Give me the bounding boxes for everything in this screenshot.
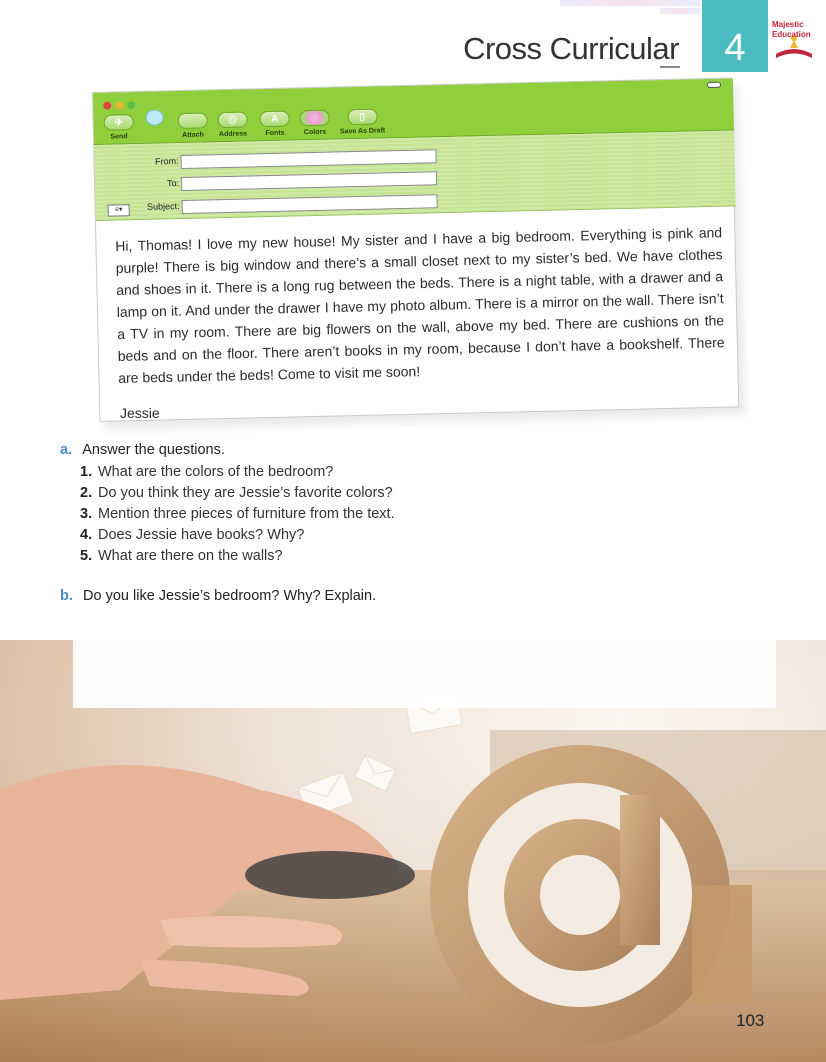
exercise-b-letter: b. — [60, 588, 73, 604]
subject-label: Subject: — [146, 201, 180, 212]
question-item: 3. Mention three pieces of furniture from… — [80, 506, 395, 522]
save-draft-button[interactable]: ▯ Save As Draft — [339, 108, 385, 135]
exercise-a-title: Answer the questions. — [82, 442, 225, 458]
email-signature: Jessie — [120, 405, 160, 421]
colors-button[interactable]: Colors — [299, 109, 330, 137]
question-item: 1. What are the colors of the bedroom? — [80, 464, 334, 480]
question-item: 4. Does Jessie have books? Why? — [80, 527, 305, 543]
send-icon: ✈ — [103, 114, 134, 131]
email-body: Hi, Thomas! I love my new house! My sist… — [115, 224, 725, 386]
answer-area[interactable] — [73, 640, 776, 708]
close-window-icon[interactable] — [103, 101, 112, 110]
from-field[interactable] — [180, 149, 437, 170]
page-number: 103 — [736, 1011, 765, 1030]
chat-button[interactable] — [145, 109, 164, 128]
email-header-fields: From: To: ≡▾ Subject: — [94, 130, 736, 221]
publisher-logo-text: Majestic Education — [772, 20, 811, 39]
color-palette-icon — [299, 109, 330, 127]
address-button[interactable]: @ Address — [217, 111, 248, 138]
fonts-button[interactable]: A Fonts — [259, 110, 290, 138]
unit-number-tab: 4 — [702, 0, 768, 72]
toolbar-toggle-button[interactable] — [706, 81, 722, 89]
exercise-b: b. Do you like Jessie’s bedroom? Why? Ex… — [60, 588, 376, 604]
page-title: Cross Curricular — [463, 31, 679, 66]
at-sign-icon: @ — [217, 111, 248, 129]
save-draft-icon: ▯ — [347, 108, 378, 126]
speech-bubble-icon — [145, 109, 164, 126]
unit-number: 4 — [724, 27, 746, 69]
font-icon: A — [259, 110, 290, 128]
to-field[interactable] — [180, 171, 438, 192]
header-decoration — [660, 8, 700, 14]
subject-field[interactable] — [181, 194, 438, 214]
question-item: 2. Do you think they are Jessie’s favorit… — [80, 485, 393, 501]
send-button[interactable]: ✈ Send — [103, 114, 135, 141]
question-list: 1. What are the colors of the bedroom? 2.… — [60, 462, 395, 567]
header-decoration — [560, 0, 700, 6]
format-menu-button[interactable]: ≡▾ — [107, 204, 130, 217]
from-label: From: — [154, 156, 179, 167]
title-divider — [660, 66, 680, 68]
question-item: 5. What are there on the walls? — [80, 548, 283, 564]
exercise-a: a. Answer the questions. 1. What are the … — [60, 442, 395, 567]
paperclip-icon — [177, 112, 208, 130]
exercise-b-title: Do you like Jessie’s bedroom? Why? Expla… — [83, 588, 377, 604]
attach-button[interactable]: Attach — [177, 112, 208, 139]
minimize-window-icon[interactable] — [115, 101, 124, 110]
zoom-window-icon[interactable] — [127, 101, 136, 110]
to-label: To: — [166, 178, 180, 189]
exercise-a-letter: a. — [60, 442, 73, 458]
